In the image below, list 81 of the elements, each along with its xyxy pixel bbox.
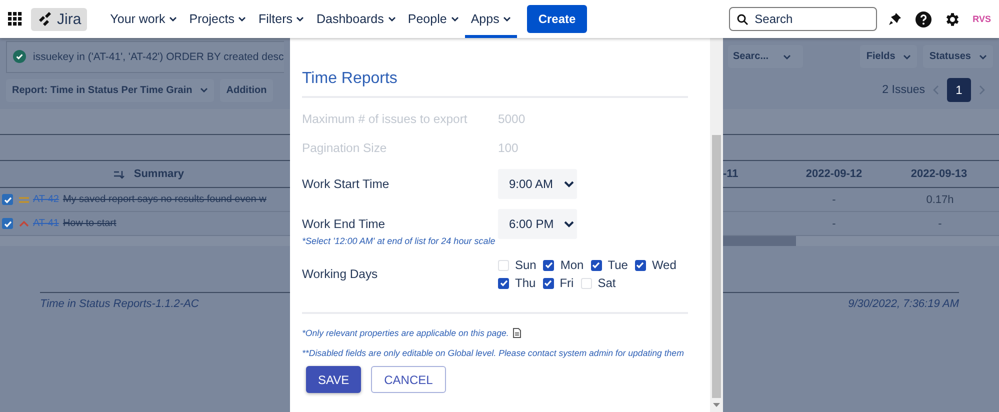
column-header: -11 bbox=[723, 168, 740, 180]
day-label: Mon bbox=[560, 258, 584, 272]
nav-menu-item[interactable]: Filters bbox=[252, 0, 310, 38]
cancel-button[interactable]: CANCEL bbox=[371, 366, 446, 393]
caret-icon bbox=[238, 16, 246, 22]
day-checkbox[interactable] bbox=[498, 260, 509, 270]
dialog-title: Time Reports bbox=[302, 70, 688, 98]
day-checkbox[interactable] bbox=[498, 278, 509, 288]
footer-version: Time in Status Reports-1.1.2-AC bbox=[40, 298, 199, 310]
day-label: Thu bbox=[515, 276, 536, 290]
field-hint: *Select '12:00 AM' at end of list for 24 hour scale bbox=[302, 236, 496, 246]
column-header: 2022-09-12 bbox=[804, 168, 864, 180]
caret-icon bbox=[450, 16, 459, 22]
statuses-dropdown[interactable]: Statuses bbox=[923, 45, 993, 68]
help-icon[interactable] bbox=[914, 10, 932, 28]
jira-logo[interactable]: Jira bbox=[31, 8, 88, 30]
day-checkbox[interactable] bbox=[542, 278, 554, 288]
field-label: Working Days bbox=[302, 267, 379, 281]
dialog-note: **Disabled fields are only editable on Global level. Please contact system admin for updating them bbox=[302, 348, 684, 358]
horizontal-scrollbar[interactable] bbox=[0, 236, 290, 246]
check-circle-icon bbox=[13, 50, 26, 63]
priority-high-icon bbox=[19, 220, 29, 228]
save-button[interactable]: SAVE bbox=[306, 366, 362, 393]
scrollbar[interactable] bbox=[710, 38, 723, 412]
scroll-down-arrow-icon[interactable] bbox=[713, 403, 720, 407]
issue-summary: My saved report says no results found even w bbox=[62, 194, 266, 205]
day-label: Wed bbox=[652, 258, 676, 272]
user-avatar[interactable]: RVS bbox=[972, 14, 991, 24]
settings-icon[interactable] bbox=[944, 10, 961, 28]
column-header: 2022-09-13 bbox=[910, 168, 968, 180]
nav-menu-item[interactable]: Projects bbox=[183, 0, 252, 38]
time-select[interactable]: 9:00 AM bbox=[498, 169, 577, 199]
search-options-dropdown[interactable]: Searc... bbox=[728, 45, 803, 68]
row-checkbox[interactable] bbox=[2, 218, 13, 229]
footer-timestamp: 9/30/2022, 7:36:19 AM bbox=[848, 298, 959, 310]
nav-menu-item[interactable]: Dashboards bbox=[310, 0, 402, 38]
table-cell-text: - bbox=[831, 194, 837, 206]
sort-icon[interactable] bbox=[114, 170, 125, 178]
field-label: Work End Time bbox=[302, 217, 386, 231]
day-label: Sun bbox=[515, 258, 536, 272]
field-label: Work Start Time bbox=[302, 177, 390, 191]
fields-dropdown[interactable]: Fields bbox=[860, 45, 918, 68]
day-label: Fri bbox=[560, 276, 574, 290]
search-icon bbox=[736, 14, 748, 25]
row-checkbox[interactable] bbox=[2, 194, 13, 205]
day-label: Tue bbox=[608, 258, 628, 272]
report-type-dropdown[interactable]: Report: Time in Status Per Time Grain bbox=[6, 78, 214, 102]
issue-summary: How to start bbox=[62, 218, 116, 229]
caret-icon bbox=[388, 16, 396, 22]
caret-icon bbox=[200, 87, 208, 93]
day-checkbox[interactable] bbox=[543, 260, 554, 270]
additional-options-button[interactable]: Addition bbox=[220, 78, 273, 102]
table-cell-text: - bbox=[937, 218, 943, 230]
priority-medium-icon bbox=[19, 196, 29, 204]
document-icon bbox=[512, 328, 521, 338]
horizontal-scrollbar[interactable] bbox=[723, 236, 999, 246]
caret-icon bbox=[169, 16, 178, 22]
caret-icon bbox=[503, 16, 512, 22]
day-checkbox[interactable] bbox=[590, 260, 602, 270]
nav-menu-item[interactable]: Your work bbox=[104, 0, 184, 38]
table-cell-text: - bbox=[831, 218, 837, 230]
field-label: Maximum # of issues to export bbox=[302, 112, 468, 126]
nav-menu-item[interactable]: People bbox=[402, 0, 465, 38]
field-value: 5000 bbox=[498, 112, 526, 126]
caret-icon bbox=[903, 54, 912, 60]
dialog-note: *Only relevant properties are applicable on this page. bbox=[302, 328, 509, 338]
caret-icon bbox=[782, 54, 791, 60]
issue-count: 2 Issues bbox=[882, 84, 925, 96]
caret-icon bbox=[979, 54, 987, 60]
page-button[interactable]: 1 bbox=[947, 78, 971, 102]
day-label: Sat bbox=[598, 276, 616, 290]
time-select[interactable]: 6:00 PM bbox=[498, 209, 577, 239]
table-cell-text: 0.17h bbox=[925, 194, 955, 206]
app-switcher-icon[interactable] bbox=[8, 12, 22, 26]
caret-icon bbox=[296, 16, 304, 22]
create-button[interactable]: Create bbox=[527, 5, 587, 33]
day-checkbox[interactable] bbox=[634, 260, 646, 270]
field-label: Pagination Size bbox=[302, 140, 388, 154]
search-field[interactable]: Search bbox=[728, 7, 877, 31]
day-checkbox[interactable] bbox=[580, 278, 592, 288]
field-value: 100 bbox=[498, 140, 518, 154]
